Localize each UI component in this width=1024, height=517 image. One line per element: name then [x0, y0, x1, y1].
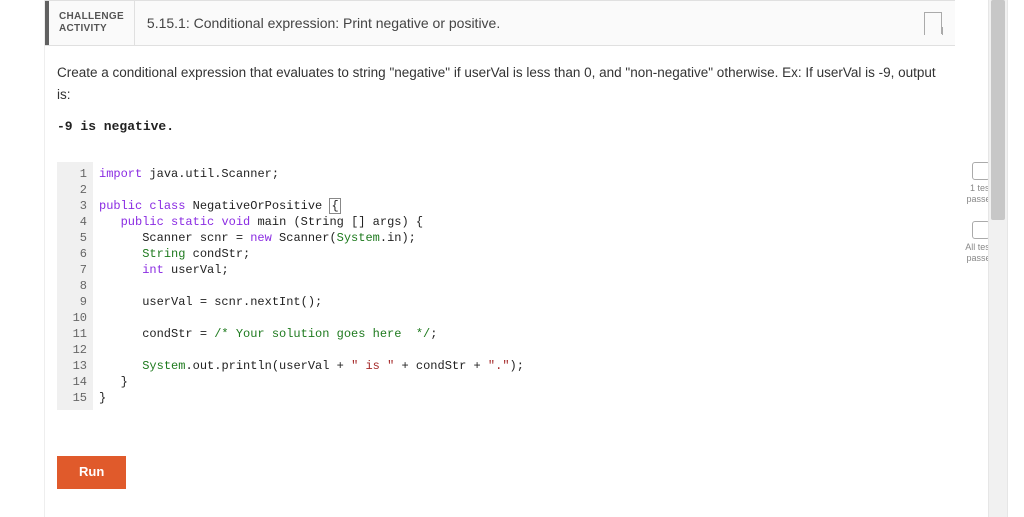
challenge-header: CHALLENGE ACTIVITY 5.15.1: Conditional e… [45, 0, 955, 46]
editor-row: 123456789101112131415 import java.util.S… [57, 162, 943, 410]
code-line[interactable]: int userVal; [99, 262, 943, 278]
line-number: 7 [57, 262, 87, 278]
code-line[interactable] [99, 182, 943, 198]
code-line[interactable] [99, 342, 943, 358]
line-number: 1 [57, 166, 87, 182]
challenge-label-block: CHALLENGE ACTIVITY [45, 1, 134, 45]
bookmark-slot[interactable] [911, 1, 955, 45]
code-line[interactable]: String condStr; [99, 246, 943, 262]
scrollbar-thumb[interactable] [991, 0, 1005, 220]
instruction-text: Create a conditional expression that eva… [57, 62, 943, 105]
code-line[interactable]: userVal = scnr.nextInt(); [99, 294, 943, 310]
line-number: 14 [57, 374, 87, 390]
code-line[interactable]: condStr = /* Your solution goes here */; [99, 326, 943, 342]
line-number: 2 [57, 182, 87, 198]
code-line[interactable]: public class NegativeOrPositive { [99, 198, 943, 214]
instructions: Create a conditional expression that eva… [45, 46, 955, 162]
code-line[interactable] [99, 278, 943, 294]
example-output: -9 is negative. [57, 105, 943, 154]
line-number: 10 [57, 310, 87, 326]
code-editor[interactable]: 123456789101112131415 import java.util.S… [57, 162, 943, 410]
code-line[interactable]: Scanner scnr = new Scanner(System.in); [99, 230, 943, 246]
page: CHALLENGE ACTIVITY 5.15.1: Conditional e… [0, 0, 1024, 517]
line-number: 9 [57, 294, 87, 310]
run-button[interactable]: Run [57, 456, 126, 489]
code-line[interactable] [99, 310, 943, 326]
code-line[interactable]: } [99, 374, 943, 390]
code-line[interactable]: import java.util.Scanner; [99, 166, 943, 182]
line-number: 12 [57, 342, 87, 358]
main-panel: CHALLENGE ACTIVITY 5.15.1: Conditional e… [45, 0, 955, 489]
challenge-label-line2: ACTIVITY [59, 23, 124, 35]
bookmark-icon [924, 12, 942, 34]
code-gutter: 123456789101112131415 [57, 162, 93, 410]
code-line[interactable]: } [99, 390, 943, 406]
line-number: 15 [57, 390, 87, 406]
vertical-scrollbar[interactable] [988, 0, 1008, 517]
line-number: 13 [57, 358, 87, 374]
challenge-title: 5.15.1: Conditional expression: Print ne… [134, 1, 911, 45]
challenge-label-line1: CHALLENGE [59, 11, 124, 23]
line-number: 11 [57, 326, 87, 342]
code-line[interactable]: System.out.println(userVal + " is " + co… [99, 358, 943, 374]
line-number: 3 [57, 198, 87, 214]
line-number: 8 [57, 278, 87, 294]
line-number: 6 [57, 246, 87, 262]
code-line[interactable]: public static void main (String [] args)… [99, 214, 943, 230]
code-body[interactable]: import java.util.Scanner; public class N… [93, 162, 943, 410]
line-number: 5 [57, 230, 87, 246]
line-number: 4 [57, 214, 87, 230]
